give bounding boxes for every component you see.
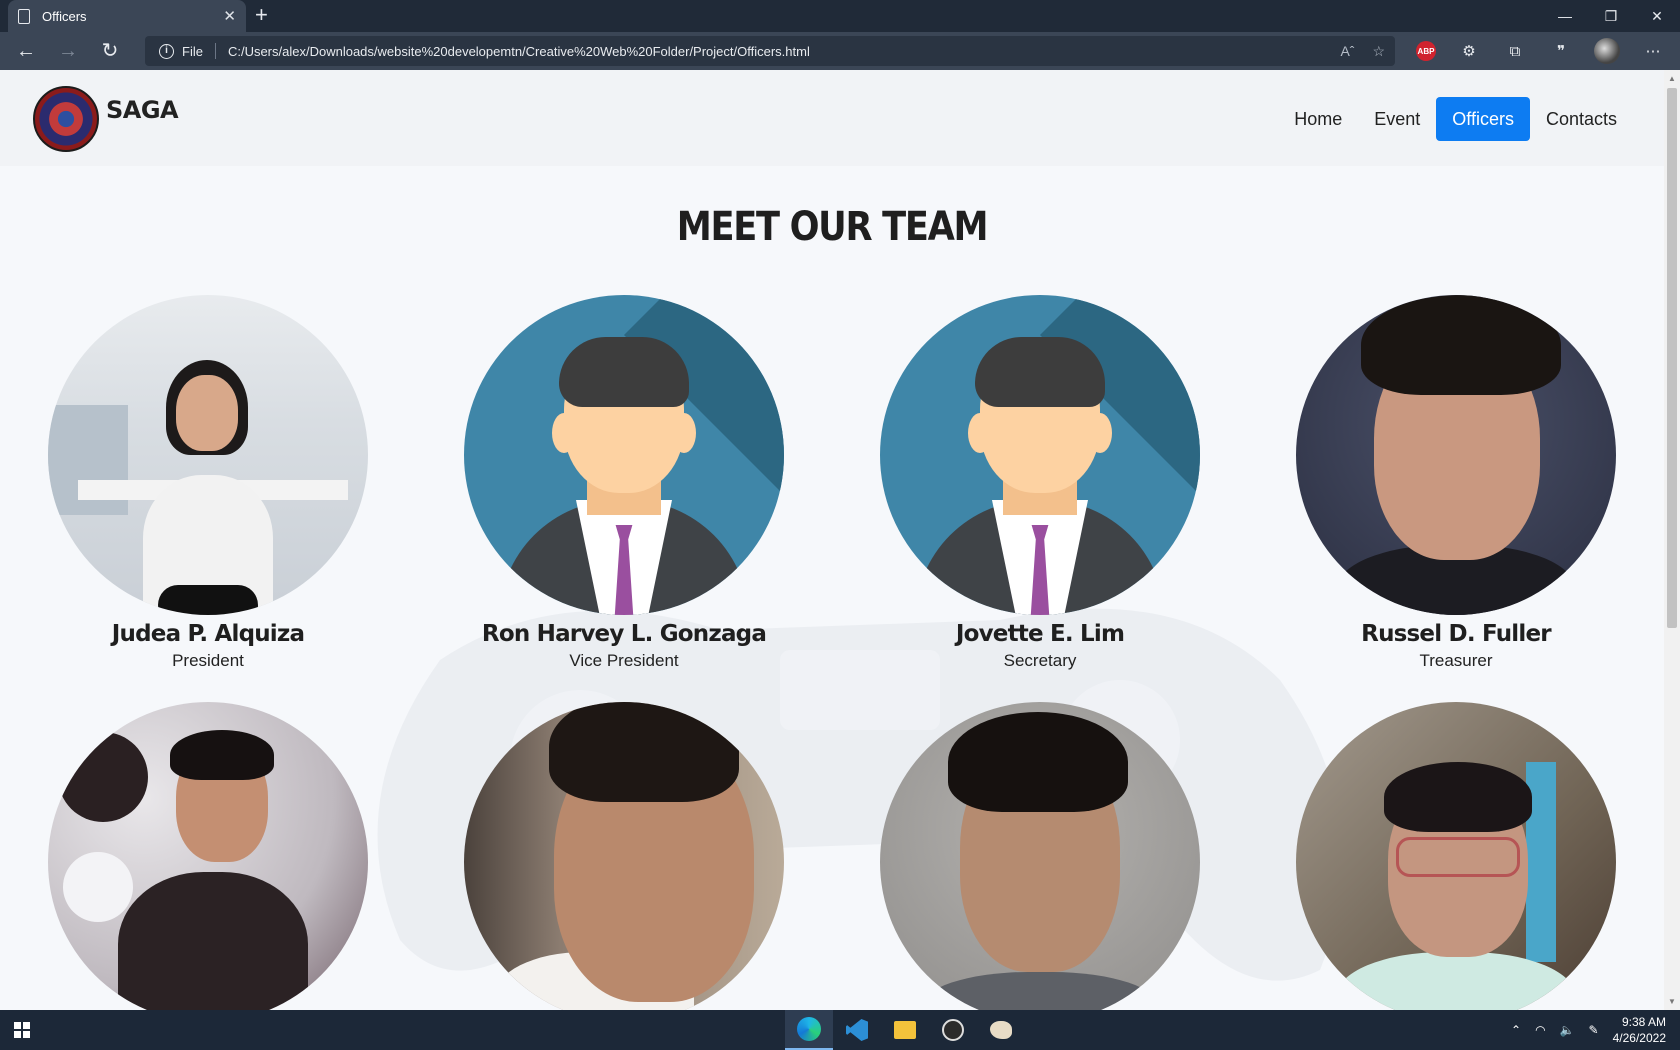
address-bar[interactable]: i File C:/Users/alex/Downloads/website%2… [145, 36, 1395, 66]
team-member-card [48, 702, 368, 1010]
default-avatar-icon [464, 295, 784, 615]
site-header: SAGA Home Event Officers Contacts [0, 70, 1664, 166]
vscode-icon[interactable] [833, 1010, 881, 1050]
nav-home[interactable]: Home [1278, 97, 1358, 141]
network-icon[interactable]: ◠ [1535, 1023, 1545, 1037]
quote-icon[interactable]: ❞ [1548, 38, 1574, 64]
page-scrollbar[interactable]: ▲ ▼ [1664, 70, 1680, 1010]
close-tab-icon[interactable]: ✕ [223, 7, 236, 25]
pen-icon[interactable]: ✎ [1589, 1023, 1599, 1037]
nav-officers[interactable]: Officers [1436, 97, 1530, 141]
browser-tab-strip: Officers ✕ + — ❐ ✕ [0, 0, 1680, 32]
scroll-up-icon[interactable]: ▲ [1668, 74, 1676, 83]
team-member-card [464, 702, 784, 1010]
member-photo [464, 702, 784, 1010]
brand-name[interactable]: SAGA [106, 96, 179, 124]
team-member-card [1296, 702, 1616, 1010]
address-prefix: File [182, 43, 203, 59]
member-photo [1296, 295, 1616, 615]
team-member-card: Russel D. Fuller Treasurer [1296, 295, 1616, 671]
team-member-card: Judea P. Alquiza President [48, 295, 368, 671]
more-menu-icon[interactable]: ⋯ [1640, 38, 1666, 64]
windows-start-icon[interactable] [14, 1022, 30, 1038]
url-text[interactable]: C:/Users/alex/Downloads/website%20develo… [228, 44, 810, 59]
member-role: Secretary [1003, 651, 1077, 670]
page-icon [18, 8, 30, 24]
back-arrow-icon[interactable]: ← [12, 39, 40, 63]
clock-time: 9:38 AM [1621, 1015, 1666, 1029]
team-member-card: Jovette E. Lim Secretary [880, 295, 1200, 671]
edge-icon[interactable] [785, 1010, 833, 1050]
nav-event[interactable]: Event [1358, 97, 1436, 141]
scroll-down-icon[interactable]: ▼ [1668, 997, 1676, 1006]
member-role: Vice President [569, 651, 679, 670]
favorite-star-icon[interactable]: ☆ [1372, 43, 1385, 60]
nav-contacts[interactable]: Contacts [1530, 97, 1633, 141]
scrollbar-thumb[interactable] [1667, 88, 1677, 628]
windows-taskbar: ⌃ ◠ 🔈 ✎ 9:38 AM 4/26/2022 [0, 1010, 1680, 1050]
address-divider [214, 43, 216, 59]
extensions-puzzle-icon[interactable]: ⚙ [1456, 38, 1482, 64]
browser-toolbar: ← → ↻ i File C:/Users/alex/Downloads/web… [0, 32, 1680, 70]
member-photo [48, 295, 368, 615]
member-name: Judea P. Alquiza [111, 621, 305, 647]
info-icon[interactable]: i [159, 43, 174, 59]
new-tab-button[interactable]: + [255, 3, 268, 27]
saga-logo[interactable] [33, 86, 99, 152]
main-nav: Home Event Officers Contacts [1278, 97, 1633, 141]
tab-title: Officers [42, 8, 87, 24]
member-photo [1296, 702, 1616, 1010]
member-photo [880, 702, 1200, 1010]
clock-date: 4/26/2022 [1612, 1031, 1666, 1045]
team-member-card: Ron Harvey L. Gonzaga Vice President [464, 295, 784, 671]
system-clock[interactable]: 9:38 AM 4/26/2022 [1613, 1014, 1666, 1046]
profile-avatar[interactable] [1594, 38, 1620, 64]
member-photo [48, 702, 368, 1010]
restore-button[interactable]: ❐ [1588, 0, 1634, 32]
forward-arrow-icon[interactable]: → [54, 39, 82, 63]
obs-icon[interactable] [929, 1010, 977, 1050]
browser-tab-officers[interactable]: Officers ✕ [8, 0, 246, 32]
member-role: Treasurer [1419, 651, 1493, 670]
file-explorer-icon[interactable] [881, 1010, 929, 1050]
web-page: SAGA Home Event Officers Contacts MEET O… [0, 70, 1664, 1010]
page-title: MEET OUR TEAM [676, 204, 989, 250]
reload-icon[interactable]: ↻ [96, 39, 124, 63]
adblock-plus-icon[interactable]: ABP [1416, 41, 1436, 61]
collections-icon[interactable]: ⧉ [1502, 38, 1528, 64]
minimize-button[interactable]: — [1542, 0, 1588, 32]
member-name: Russel D. Fuller [1361, 621, 1551, 647]
member-role: President [172, 651, 244, 670]
paint-icon[interactable] [977, 1010, 1025, 1050]
read-aloud-icon[interactable]: Aˆ [1340, 43, 1354, 60]
member-name: Jovette E. Lim [955, 621, 1125, 647]
close-window-button[interactable]: ✕ [1634, 0, 1680, 32]
team-member-card [880, 702, 1200, 1010]
chevron-up-icon[interactable]: ⌃ [1511, 1023, 1521, 1037]
default-avatar-icon [880, 295, 1200, 615]
member-name: Ron Harvey L. Gonzaga [481, 621, 767, 647]
volume-icon[interactable]: 🔈 [1560, 1023, 1575, 1037]
